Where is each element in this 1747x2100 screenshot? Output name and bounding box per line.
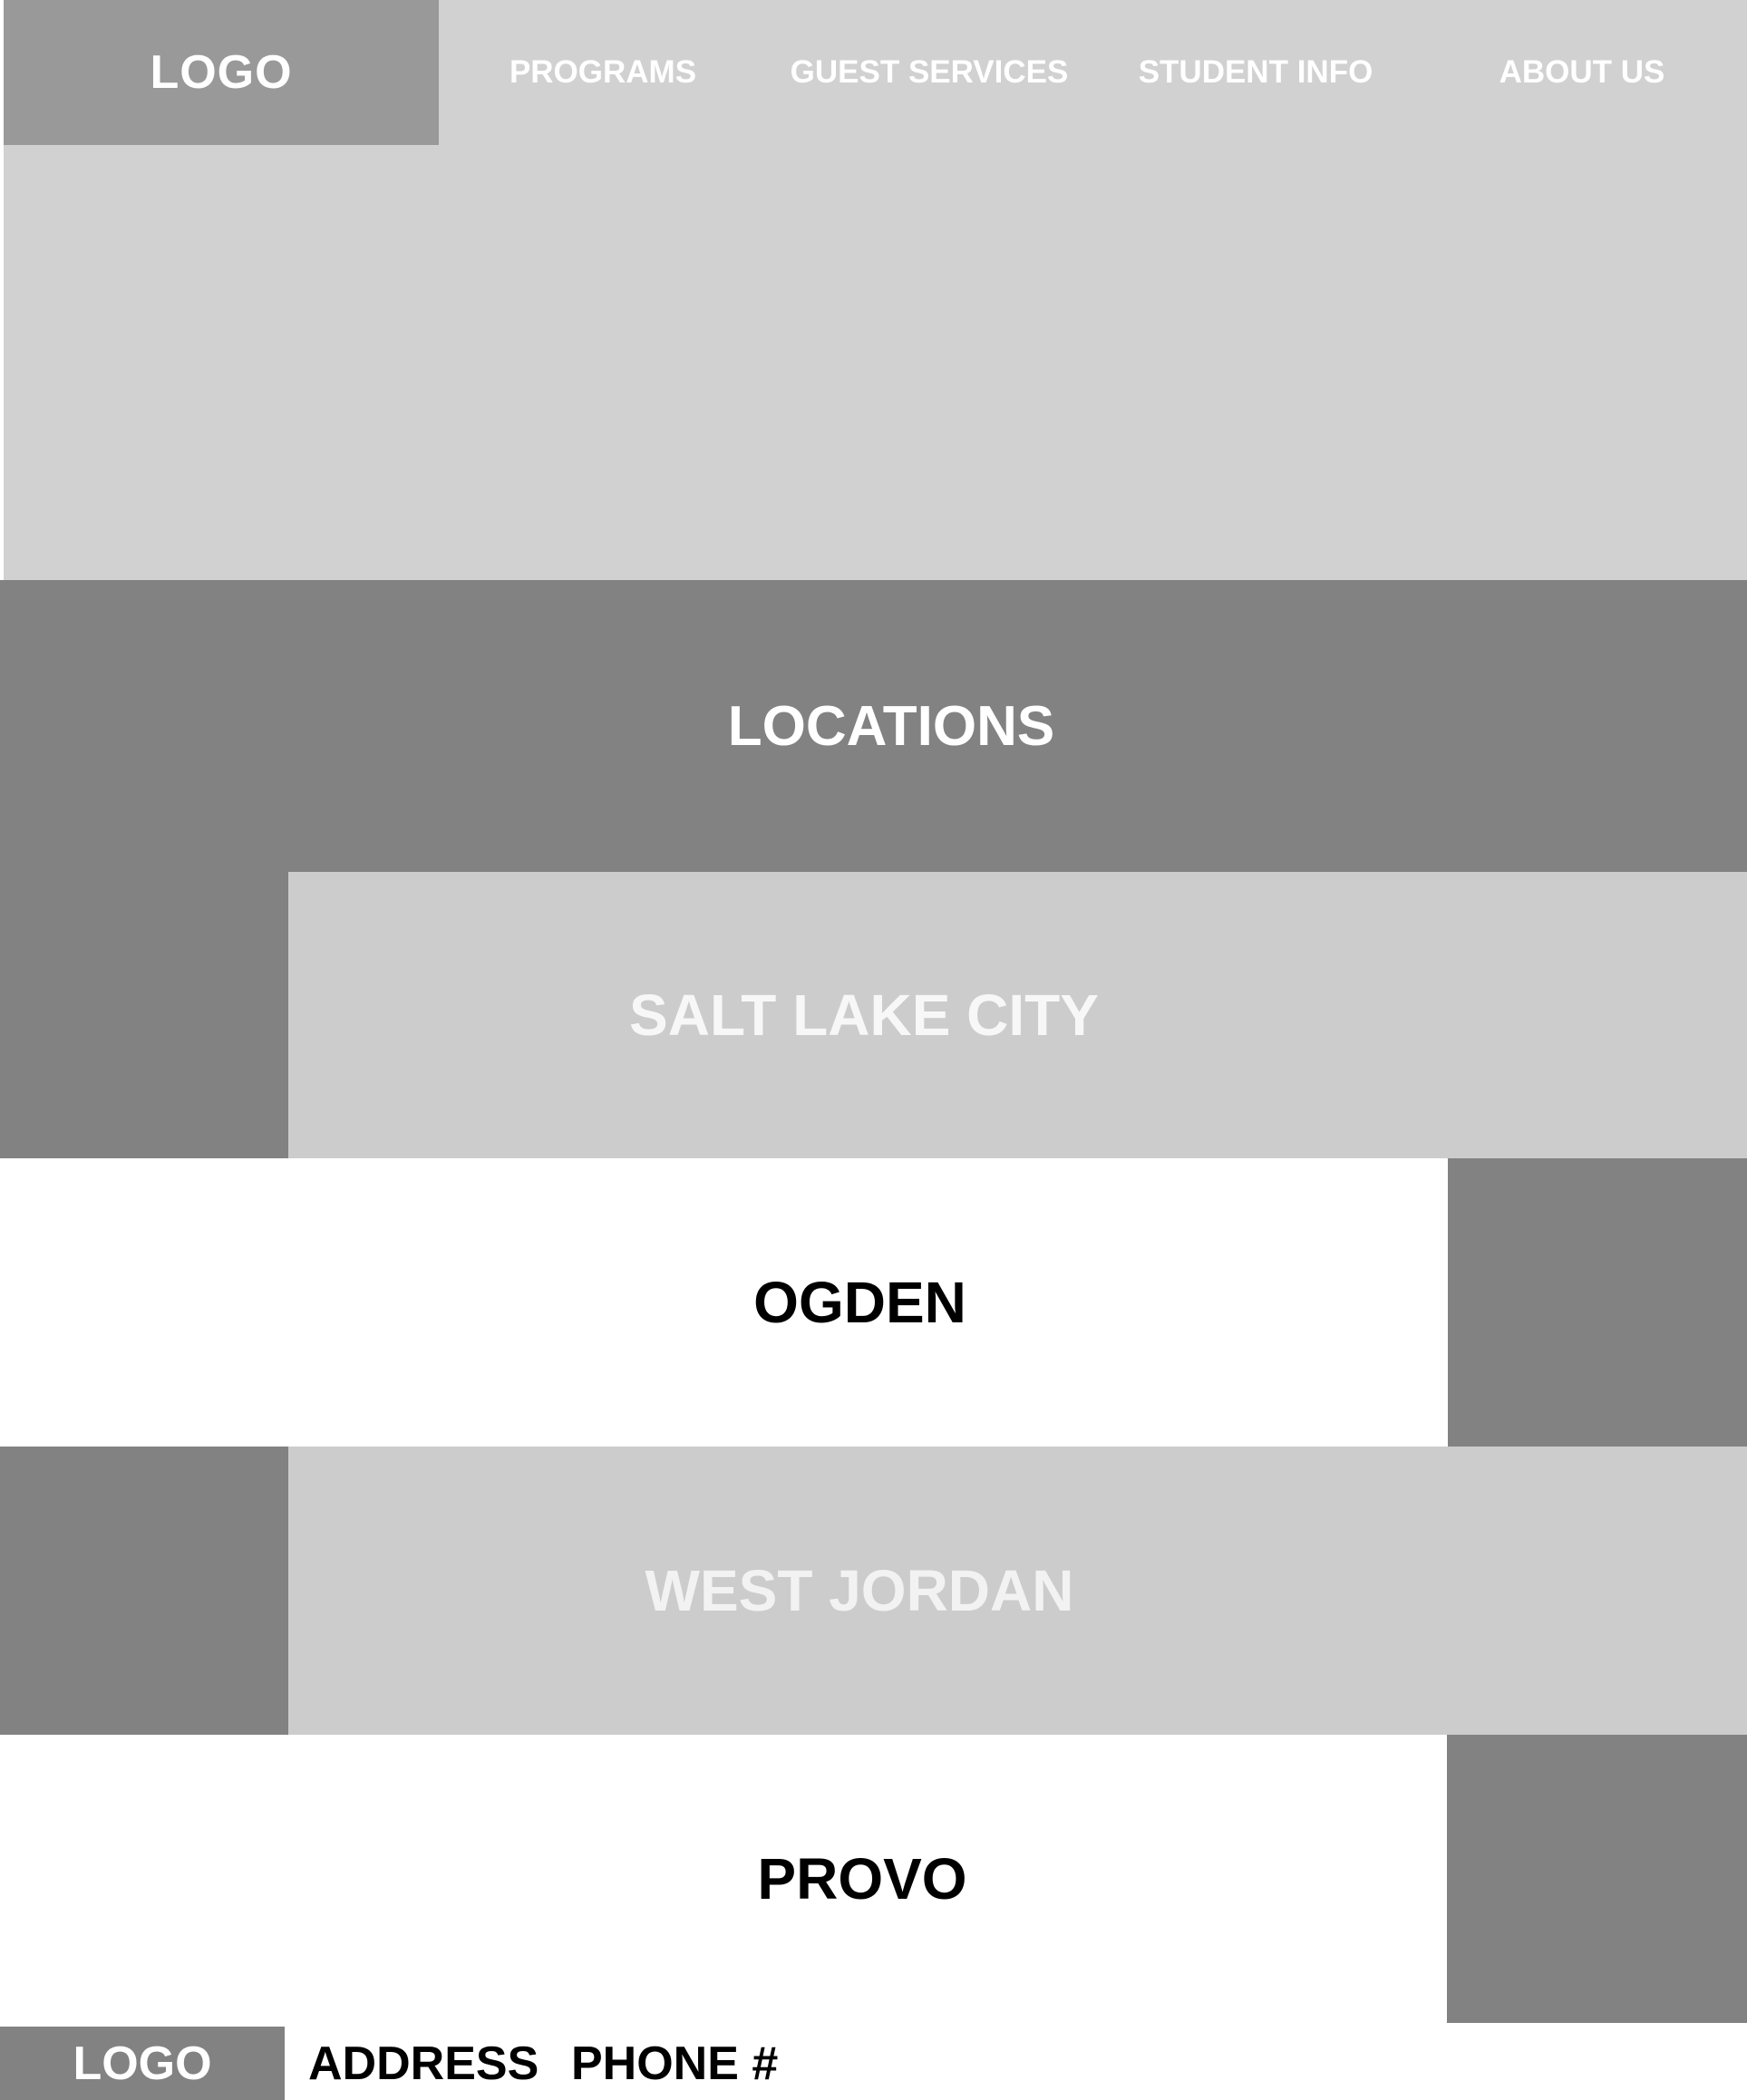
footer-address: ADDRESS [308, 2037, 539, 2090]
nav-about-us[interactable]: ABOUT US [1469, 47, 1695, 98]
nav-programs[interactable]: PROGRAMS [471, 47, 734, 98]
slc-side-block [0, 872, 288, 1158]
header-logo[interactable]: LOGO [4, 0, 439, 145]
nav-student-info[interactable]: STUDENT INFO [1115, 47, 1396, 98]
provo-side-block [1447, 1735, 1747, 2023]
locations-heading: LOCATIONS [727, 694, 1055, 758]
west-jordan-side-block [0, 1447, 288, 1735]
ogden-side-block [1448, 1158, 1747, 1447]
nav-guest-services[interactable]: GUEST SERVICES [780, 47, 1079, 98]
footer-phone: PHONE # [571, 2037, 779, 2090]
location-label-salt-lake-city[interactable]: SALT LAKE CITY [288, 872, 1440, 1158]
location-label-west-jordan[interactable]: WEST JORDAN [288, 1447, 1431, 1735]
footer-logo[interactable]: LOGO [0, 2027, 285, 2100]
